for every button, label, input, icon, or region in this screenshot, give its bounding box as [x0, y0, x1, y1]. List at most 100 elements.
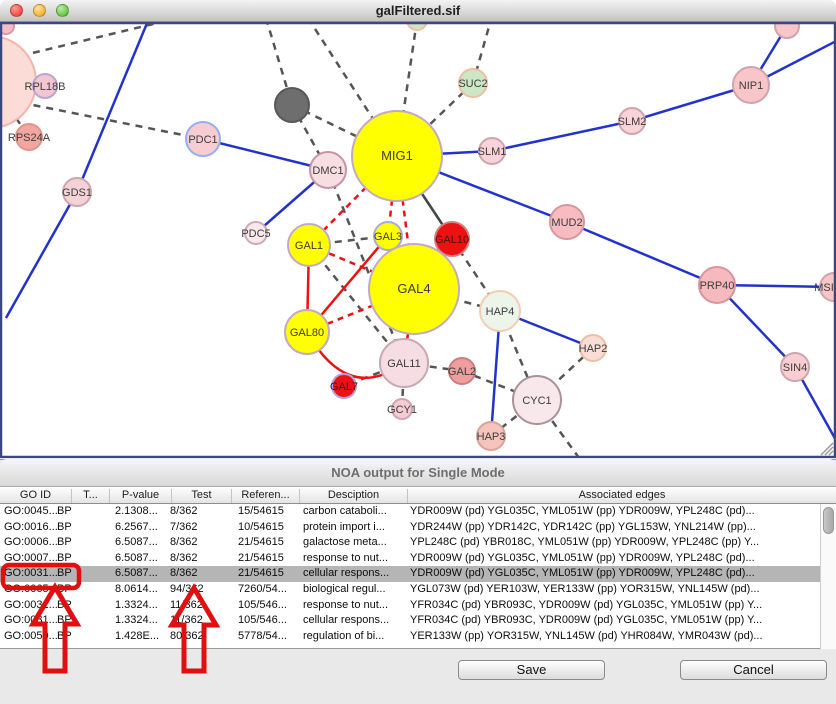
node-label-PRP40: PRP40 [700, 280, 735, 292]
column-header-p-value[interactable]: P-value [110, 489, 172, 503]
table-row[interactable]: GO:0050...BP1.428E...80/3625778/54...reg… [0, 629, 820, 645]
node-label-SLM1: SLM1 [478, 146, 507, 158]
table-row[interactable]: GO:0031...BP 1.3324...11/362 105/546...res… [0, 598, 820, 614]
table-cell: 7/362 [170, 521, 230, 533]
table-cell: YDR244W (pp) YDR142C, YDR142C (pp) YGL15… [410, 521, 818, 533]
node-label-GAL80: GAL80 [290, 327, 324, 339]
column-header-description[interactable]: Desciption [300, 489, 408, 503]
table-body: GO:0045...BP2.1308...8/36215/54615carbon… [0, 504, 820, 648]
network-edge[interactable] [77, 22, 150, 192]
vertical-scrollbar[interactable] [820, 504, 836, 649]
node-label-DMC1: DMC1 [312, 165, 343, 177]
table-row[interactable]: GO:0031...BP1.3324...11/362105/546...cel… [0, 613, 820, 629]
scrollbar-thumb[interactable] [823, 507, 834, 534]
table-cell: 8/362 [170, 567, 230, 579]
column-header-reference[interactable]: Referen... [232, 489, 300, 503]
network-node-darknode[interactable] [275, 88, 309, 122]
network-nodes-layer: RPL18BRPS24AGDS1PDC1DMC1MIG1SUC2SLM1SLM2… [0, 22, 836, 450]
table-cell: 6.5087... [115, 567, 169, 579]
column-header-associated-edges[interactable]: Associated edges [408, 489, 836, 503]
network-window-title: galFiltered.sif [0, 3, 836, 18]
network-edge[interactable] [492, 121, 632, 151]
table-cell: 1.3324... [115, 614, 169, 626]
table-cell: GO:0006... [4, 536, 59, 548]
table-cell: 1.3324... [115, 599, 169, 611]
table-cell: YER133W (pp) YOR315W, YNL145W (pd) YHR08… [410, 630, 818, 642]
network-edge[interactable] [203, 139, 328, 170]
table-cell: 8/362 [170, 536, 230, 548]
column-header-go-id[interactable]: GO ID [0, 489, 72, 503]
table-row[interactable]: GO:0016...BP6.2567...7/36210/54615protei… [0, 520, 820, 536]
node-label-GAL1: GAL1 [295, 240, 323, 252]
screenshot-stage: galFiltered.sif RPL18BRPS24AGDS1PDC1DMC1… [0, 0, 836, 704]
node-label-SIN4: SIN4 [783, 362, 807, 374]
table-row[interactable]: GO:0045...BP2.1308...8/36215/54615carbon… [0, 504, 820, 520]
table-cell: response to nut... [303, 599, 407, 611]
table-header: GO ID T... P-value Test Referen... Desci… [0, 487, 836, 504]
table-cell: GO:0031... [4, 599, 59, 611]
table-cell: GO:0016... [4, 521, 59, 533]
table-cell: 6.5087... [115, 552, 169, 564]
table-cell: GO:0050... [4, 630, 59, 642]
table-cell: YFR034C (pd) YBR093C, YDR009W (pd) YGL03… [410, 599, 818, 611]
noa-window-title: NOA output for Single Mode [0, 465, 836, 480]
column-header-type[interactable]: T... [72, 489, 110, 503]
table-cell: BP [57, 599, 87, 611]
table-cell: 105/546... [238, 614, 300, 626]
table-cell: 80/362 [170, 630, 230, 642]
table-cell: BP [57, 505, 87, 517]
resize-grip-icon[interactable] [821, 443, 833, 455]
table-cell: 7260/54... [238, 583, 300, 595]
table-row[interactable]: GO:0007...BP6.5087...8/36221/54615respon… [0, 551, 820, 567]
table-cell: 15/54615 [238, 505, 300, 517]
network-edge[interactable] [6, 192, 77, 318]
node-label-PDC1: PDC1 [188, 134, 217, 146]
table-cell: YDR009W (pd) YGL035C, YML051W (pp) YDR00… [410, 567, 818, 579]
table-cell: 11/362 [170, 599, 230, 611]
network-canvas[interactable]: RPL18BRPS24AGDS1PDC1DMC1MIG1SUC2SLM1SLM2… [0, 22, 836, 458]
table-cell: YDR009W (pd) YGL035C, YML051W (pp) YDR00… [410, 552, 818, 564]
node-label-GAL11: GAL11 [387, 358, 420, 370]
table-cell: 5778/54... [238, 630, 300, 642]
node-label-MIG1: MIG1 [381, 148, 413, 163]
save-button[interactable]: Save [458, 660, 605, 680]
node-label-GAL2: GAL2 [448, 366, 476, 378]
column-header-test[interactable]: Test [172, 489, 232, 503]
table-cell: BP [57, 567, 87, 579]
table-cell: carbon cataboli... [303, 505, 407, 517]
table-cell: 21/54615 [238, 536, 300, 548]
table-cell: 94/362 [170, 583, 230, 595]
table-cell: 105/546... [238, 599, 300, 611]
table-cell: YFR034C (pd) YBR093C, YDR009W (pd) YGL03… [410, 614, 818, 626]
table-cell: galactose meta... [303, 536, 407, 548]
network-node-pinktop[interactable] [775, 22, 799, 38]
table-cell: biological regul... [303, 583, 407, 595]
table-cell: GO:0031... [4, 614, 59, 626]
table-cell: 8.0614... [115, 583, 169, 595]
table-cell: BP [57, 552, 87, 564]
table-cell: 2.1308... [115, 505, 169, 517]
table-cell: BP [57, 536, 87, 548]
table-cell: 6.5087... [115, 536, 169, 548]
cancel-button[interactable]: Cancel [680, 660, 827, 680]
table-cell: GO:0031... [4, 567, 59, 579]
table-row[interactable]: GO:0006...BP 6.5087...8/362 21/54615galact… [0, 535, 820, 551]
table-row[interactable]: GO:0065...BP8.0614...94/3627260/54...bio… [0, 582, 820, 598]
network-window-titlebar[interactable]: galFiltered.sif [0, 0, 836, 22]
node-label-GAL7: GAL7 [330, 381, 358, 393]
table-cell: BP [57, 614, 87, 626]
network-edges-layer [0, 22, 836, 458]
table-cell: 10/54615 [238, 521, 300, 533]
table-cell: GO:0065... [4, 583, 59, 595]
table-cell: GO:0007... [4, 552, 59, 564]
canvas-focus-border [1, 23, 835, 457]
table-cell: cellular respons... [303, 567, 407, 579]
table-cell: BP [57, 521, 87, 533]
table-row-selected[interactable]: GO:0031...BP6.5087...8/36221/54615cellul… [0, 566, 820, 582]
node-label-GAL10: GAL10 [435, 234, 469, 246]
node-label-GCY1: GCY1 [387, 404, 417, 416]
table-cell: YDR009W (pd) YGL035C, YML051W (pp) YDR00… [410, 505, 818, 517]
node-label-HAP4: HAP4 [486, 306, 515, 318]
table-cell: GO:0045... [4, 505, 59, 517]
network-edge[interactable] [567, 222, 717, 285]
